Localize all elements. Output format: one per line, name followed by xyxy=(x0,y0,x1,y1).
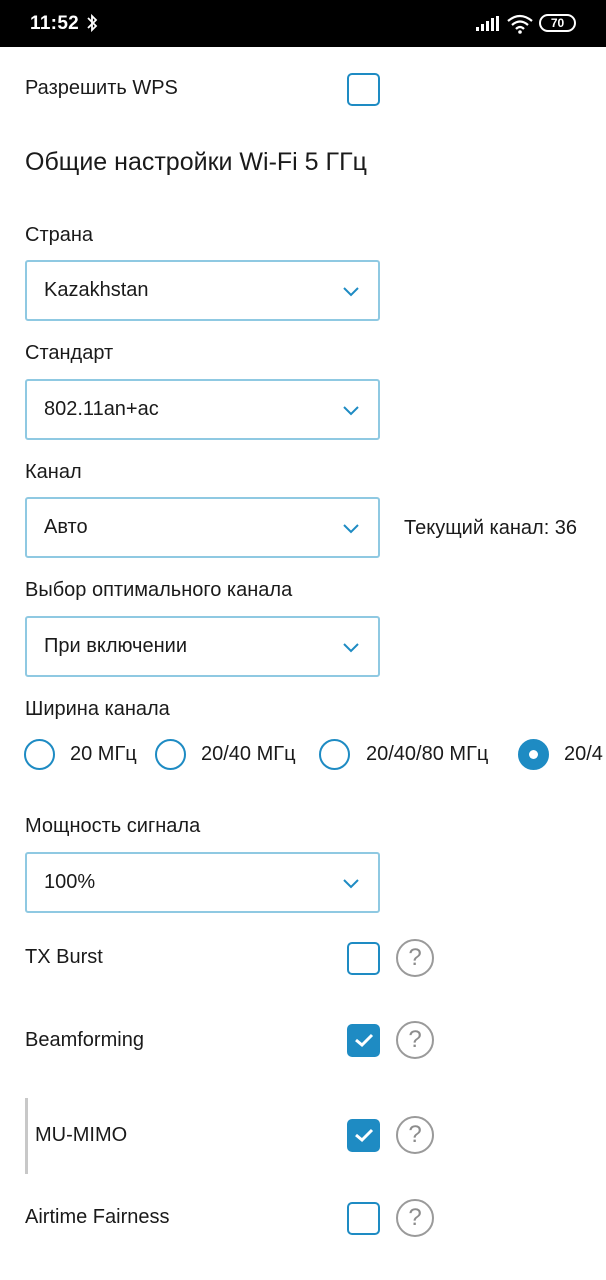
tx-burst-label: TX Burst xyxy=(25,946,103,968)
mu-mimo-checkbox[interactable] xyxy=(347,1119,380,1152)
wps-label: Разрешить WPS xyxy=(25,77,178,99)
beamforming-label: Beamforming xyxy=(25,1029,144,1051)
channel-width-label: Ширина канала xyxy=(25,698,170,720)
optimal-channel-select[interactable]: При включении xyxy=(25,616,380,677)
radio-width-20-40-label: 20/40 МГц xyxy=(201,743,296,765)
wps-checkbox[interactable] xyxy=(347,73,380,106)
wifi-icon xyxy=(507,14,533,39)
signal-power-select[interactable]: 100% xyxy=(25,852,380,913)
chevron-down-icon xyxy=(342,640,360,658)
chevron-down-icon xyxy=(342,284,360,302)
airtime-fairness-label: Airtime Fairness xyxy=(25,1206,170,1228)
section-title: Общие настройки Wi-Fi 5 ГГц xyxy=(25,148,367,176)
radio-width-20-40-80[interactable] xyxy=(319,739,350,770)
optimal-channel-value: При включении xyxy=(44,635,187,657)
radio-width-20-40-80-160-label: 20/4 xyxy=(564,743,603,765)
radio-width-20-40-80-160[interactable] xyxy=(518,739,549,770)
chevron-down-icon xyxy=(342,521,360,539)
radio-width-20-label: 20 МГц xyxy=(70,743,137,765)
current-channel-text: Текущий канал: 36 xyxy=(404,517,578,539)
country-label: Страна xyxy=(25,224,94,246)
signal-power-label: Мощность сигнала xyxy=(25,815,201,837)
channel-label: Канал xyxy=(25,461,82,483)
signal-power-value: 100% xyxy=(44,871,96,893)
standard-value: 802.11an+ac xyxy=(44,398,159,420)
country-value: Kazakhstan xyxy=(44,279,149,301)
chevron-down-icon xyxy=(342,403,360,421)
checkmark-icon xyxy=(355,1128,374,1143)
help-icon[interactable]: ? xyxy=(396,1199,434,1237)
tx-burst-checkbox[interactable] xyxy=(347,942,380,975)
signal-icon xyxy=(476,16,500,37)
mu-mimo-label: MU-MIMO xyxy=(35,1124,128,1146)
radio-width-20-40[interactable] xyxy=(155,739,186,770)
optimal-channel-label: Выбор оптимального канала xyxy=(25,579,293,601)
help-icon[interactable]: ? xyxy=(396,1116,434,1154)
chevron-down-icon xyxy=(342,876,360,894)
channel-select[interactable]: Авто xyxy=(25,497,380,558)
status-time: 11:52 xyxy=(30,13,80,34)
radio-width-20[interactable] xyxy=(24,739,55,770)
checkmark-icon xyxy=(355,1033,374,1048)
standard-label: Стандарт xyxy=(25,342,114,364)
airtime-fairness-checkbox[interactable] xyxy=(347,1202,380,1235)
bluetooth-icon xyxy=(86,13,98,38)
country-select[interactable]: Kazakhstan xyxy=(25,260,380,321)
help-icon[interactable]: ? xyxy=(396,939,434,977)
help-icon[interactable]: ? xyxy=(396,1021,434,1059)
beamforming-checkbox[interactable] xyxy=(347,1024,380,1057)
status-bar: 11:52 70 xyxy=(0,0,606,47)
battery-icon: 70 xyxy=(539,14,576,32)
group-indicator-bar xyxy=(25,1098,28,1174)
standard-select[interactable]: 802.11an+ac xyxy=(25,379,380,440)
radio-width-20-40-80-label: 20/40/80 МГц xyxy=(366,743,489,765)
channel-value: Авто xyxy=(44,516,88,538)
